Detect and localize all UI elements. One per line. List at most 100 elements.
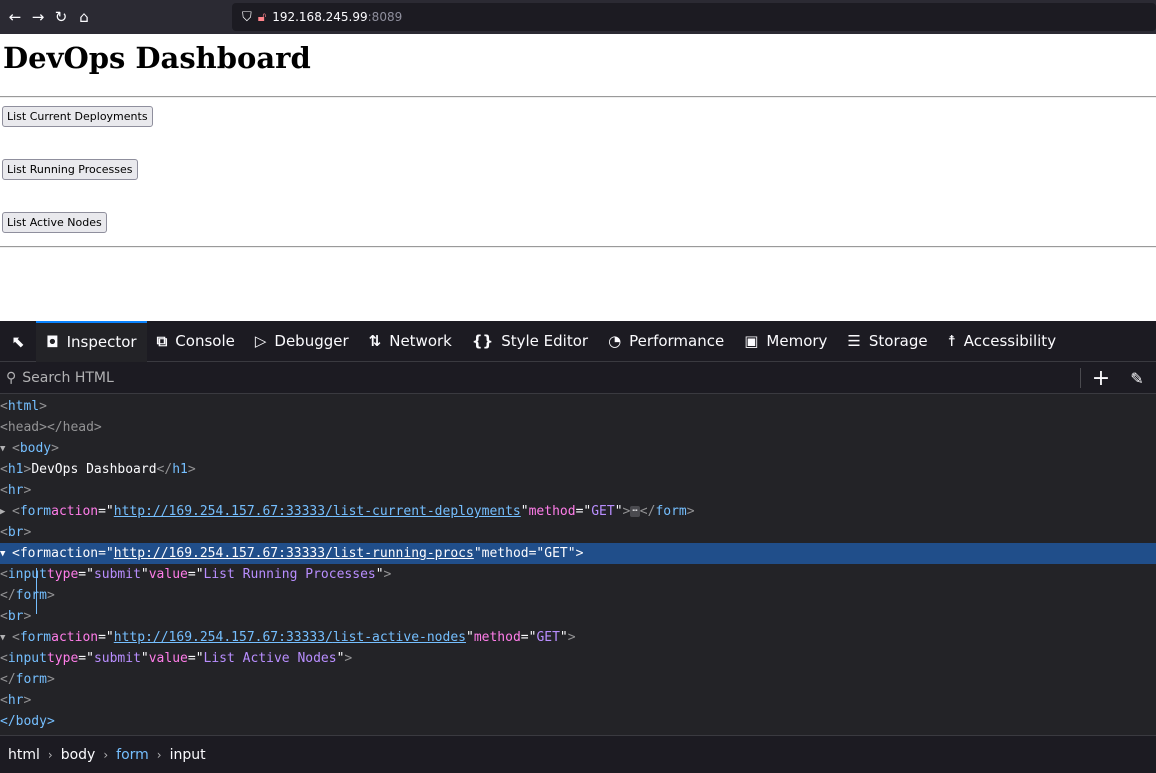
list-nodes-button[interactable]: List Active Nodes: [2, 212, 107, 233]
forward-icon[interactable]: →: [27, 6, 49, 28]
attr-value: List Running Processes: [203, 567, 376, 582]
breadcrumb: html › body › form › input: [0, 735, 1156, 773]
tab-label: Performance: [629, 332, 725, 350]
tree-node-hr[interactable]: < hr >: [0, 480, 1156, 501]
body-close-text: </body>: [0, 714, 55, 729]
attr-name: action: [51, 504, 99, 519]
list-deployments-button[interactable]: List Current Deployments: [2, 106, 153, 127]
attr-link[interactable]: list-active-nodes: [333, 630, 466, 645]
expand-twisty-icon[interactable]: ▼: [0, 633, 12, 643]
breadcrumb-body[interactable]: body: [61, 747, 96, 763]
head-node-text: <head></head>: [0, 420, 102, 435]
attr-name: method: [473, 630, 521, 645]
search-html-input[interactable]: [20, 368, 921, 387]
tag-name: input: [7, 651, 47, 666]
tag-name: br: [7, 525, 24, 540]
chevron-right-icon: ›: [156, 747, 162, 762]
tag-name: form: [15, 588, 47, 603]
tab-label: Network: [389, 332, 452, 350]
tab-debugger[interactable]: ▷ Debugger: [245, 321, 359, 362]
home-icon[interactable]: ⌂: [73, 6, 95, 28]
attr-link[interactable]: list-running-procs: [333, 546, 474, 561]
tag-name: form: [19, 630, 52, 645]
tag-name: input: [7, 567, 47, 582]
attr-value: submit: [93, 567, 141, 582]
breadcrumb-html[interactable]: html: [8, 747, 40, 763]
tag-name: hr: [7, 693, 24, 708]
url-host: 192.168.245.99: [272, 10, 368, 24]
tab-memory[interactable]: ▣ Memory: [734, 321, 837, 362]
lock-icon[interactable]: 🔓︎: [258, 10, 266, 25]
tree-node-br[interactable]: < br >: [0, 606, 1156, 627]
attr-name: value: [148, 651, 188, 666]
tab-performance[interactable]: ◔ Performance: [598, 321, 734, 362]
attr-link[interactable]: http://169.254.157.67:33333/: [114, 630, 333, 645]
collapse-twisty-icon[interactable]: ▶: [0, 507, 12, 517]
attr-name: type: [46, 651, 79, 666]
tree-node-body[interactable]: ▼ < body >: [0, 438, 1156, 459]
inspector-toolbar: ⚲ + ✎: [0, 362, 1156, 394]
list-processes-button[interactable]: List Running Processes: [2, 159, 138, 180]
add-node-icon[interactable]: +: [1090, 365, 1112, 391]
url-port: :8089: [367, 10, 403, 24]
devtools-panel: ⬉ ◘ Inspector ⧉ Console ▷ Debugger ⇅ Network…: [0, 320, 1156, 773]
attr-name: method: [481, 546, 529, 561]
tree-node-form-close[interactable]: </form >: [0, 585, 1156, 606]
tag-name: h1: [7, 462, 24, 477]
tree-node-html[interactable]: < html >: [0, 396, 1156, 417]
tab-label: Inspector: [66, 333, 137, 351]
style-editor-icon: {}: [471, 332, 494, 350]
console-icon: ⧉: [156, 332, 168, 350]
tree-node-br[interactable]: < br >: [0, 522, 1156, 543]
expand-twisty-icon[interactable]: ▼: [0, 549, 12, 559]
tag-name: form: [15, 672, 47, 687]
performance-icon: ◔: [608, 332, 622, 350]
attr-name: method: [528, 504, 576, 519]
tab-style-editor[interactable]: {} Style Editor: [462, 321, 598, 362]
tab-inspector[interactable]: ◘ Inspector: [36, 320, 147, 362]
url-bar[interactable]: ⛉ 🔓︎ 192.168.245.99:8089: [232, 3, 1156, 31]
reload-icon[interactable]: ↻: [50, 6, 72, 28]
tab-storage[interactable]: ☰ Storage: [837, 321, 937, 362]
eyedropper-icon[interactable]: ✎: [1126, 365, 1148, 391]
attr-name: action: [51, 546, 99, 561]
accessibility-icon: ☨: [947, 332, 956, 350]
tree-node-form-procs[interactable]: ▼ < form action =" http://169.254.157.67:333…: [0, 543, 1156, 564]
tab-label: Accessibility: [963, 332, 1057, 350]
tree-node-form-nodes[interactable]: ▼ < form action =" http://169.254.157.67:333…: [0, 627, 1156, 648]
attr-link[interactable]: list-current-deployments: [333, 504, 521, 519]
tab-console[interactable]: ⧉ Console: [147, 321, 245, 362]
markup-tree: < html > <head></head> ▼ < body > < h1 > DevOps …: [0, 394, 1156, 735]
tab-network[interactable]: ⇅ Network: [359, 321, 462, 362]
attr-link[interactable]: http://169.254.157.67:33333/: [114, 546, 333, 561]
storage-icon: ☰: [847, 332, 861, 350]
h1-text: DevOps Dashboard: [31, 462, 157, 477]
attr-value: GET: [591, 504, 615, 519]
tree-node-input-procs[interactable]: < input type =" submit " value =" List Running…: [0, 564, 1156, 585]
element-picker-icon[interactable]: ⬉: [0, 321, 36, 362]
tree-node-input-nodes[interactable]: < input type =" submit " value =" List Active …: [0, 648, 1156, 669]
tree-node-hr[interactable]: < hr >: [0, 690, 1156, 711]
tab-label: Memory: [766, 332, 828, 350]
browser-toolbar: ← → ↻ ⌂ ⛉ 🔓︎ 192.168.245.99:8089: [0, 0, 1156, 34]
tree-node-head[interactable]: <head></head>: [0, 417, 1156, 438]
tree-node-h1[interactable]: < h1 > DevOps Dashboard </h1 >: [0, 459, 1156, 480]
divider-top: [0, 96, 1156, 98]
tag-name: h1: [172, 462, 188, 477]
tag-name: form: [19, 546, 52, 561]
attr-name: value: [148, 567, 188, 582]
tree-node-form-close[interactable]: </form >: [0, 669, 1156, 690]
tab-label: Storage: [868, 332, 928, 350]
tree-node-body-close[interactable]: </body>: [0, 711, 1156, 732]
nav-buttons: ← → ↻ ⌂: [4, 6, 95, 28]
tab-accessibility[interactable]: ☨ Accessibility: [938, 321, 1067, 362]
tree-node-form-deployments[interactable]: ▶ < form action =" http://169.254.157.67:333…: [0, 501, 1156, 522]
attr-value: GET: [544, 546, 568, 561]
breadcrumb-input[interactable]: input: [170, 747, 206, 763]
back-icon[interactable]: ←: [4, 6, 26, 28]
attr-link[interactable]: http://169.254.157.67:33333/: [114, 504, 333, 519]
expand-twisty-icon[interactable]: ▼: [0, 444, 12, 454]
collapsed-ellipsis-icon[interactable]: ⋯: [630, 506, 640, 517]
shield-icon[interactable]: ⛉: [242, 10, 252, 25]
breadcrumb-form[interactable]: form: [116, 747, 149, 763]
